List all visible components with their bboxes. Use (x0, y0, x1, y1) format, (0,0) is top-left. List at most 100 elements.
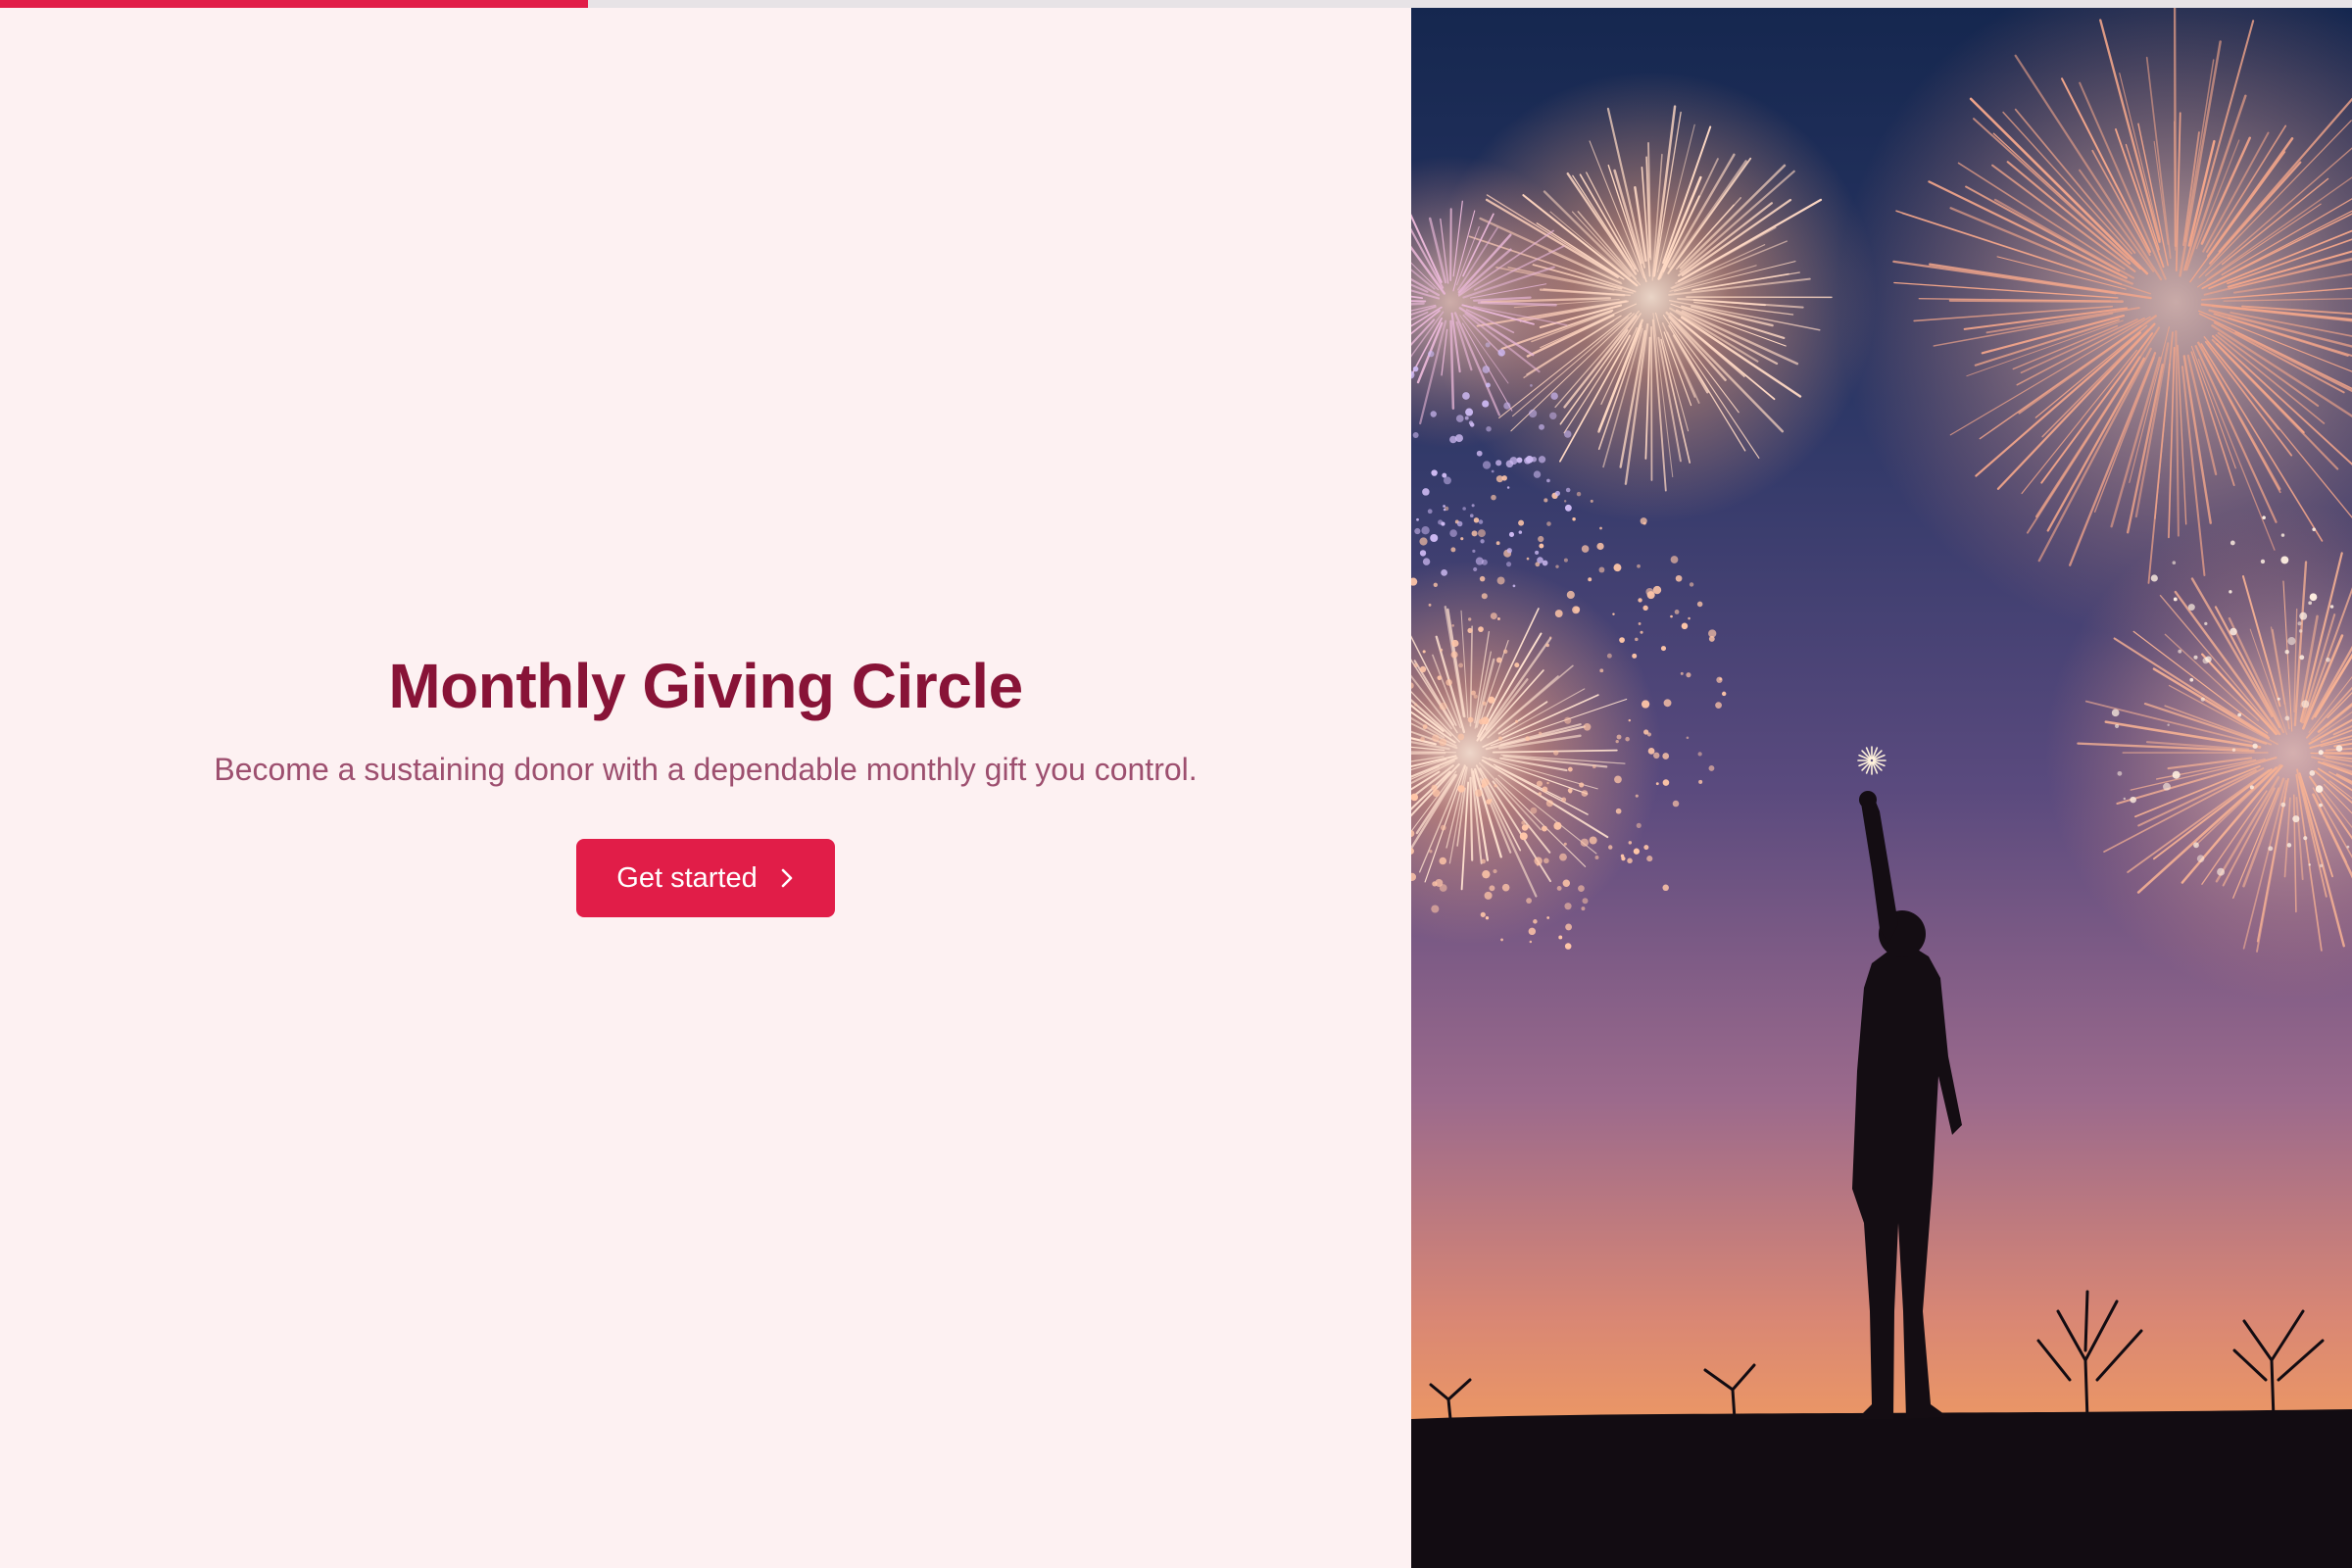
firework-spark (1437, 675, 1443, 681)
firework-spark (1675, 574, 1683, 582)
firework-spark (1686, 672, 1691, 678)
firework-spark (1572, 606, 1580, 614)
firework-spark (1558, 935, 1563, 940)
firework-spark (1467, 716, 1474, 723)
firework-spark (1619, 637, 1625, 643)
firework-spark (1501, 883, 1510, 892)
firework-spark (1506, 548, 1512, 554)
firework-spark (1536, 862, 1540, 866)
firework-spark (1526, 898, 1532, 904)
firework-spark (1535, 550, 1540, 555)
firework-spark (1491, 494, 1496, 501)
firework-spark (1421, 525, 1430, 535)
firework-spark (1516, 457, 1523, 464)
firework-spark (1556, 885, 1562, 891)
firework-spark (1533, 919, 1538, 924)
firework-spark (1432, 789, 1441, 798)
firework-spark (1414, 527, 1421, 535)
firework-spark (1488, 696, 1495, 704)
firework-streak (1948, 299, 2124, 303)
firework-spark (1422, 724, 1428, 730)
firework-spark (1670, 614, 1673, 618)
firework-spark (1548, 636, 1552, 639)
hero-image (1411, 8, 2352, 1568)
firework-spark (2172, 770, 2180, 779)
firework-spark (2299, 612, 2308, 620)
firework-spark (2123, 797, 2127, 801)
firework-spark (1563, 500, 1567, 503)
firework-spark (1440, 824, 1446, 831)
firework-spark (1581, 906, 1586, 911)
firework-spark (1549, 412, 1557, 420)
firework-spark (1550, 392, 1558, 400)
firework-spark (1583, 722, 1592, 731)
firework-spark (1431, 469, 1438, 476)
firework-spark (1576, 491, 1582, 497)
firework-spark (1708, 635, 1715, 642)
firework-spark (1440, 648, 1444, 652)
firework-spark (1638, 598, 1642, 603)
firework-spark (1420, 736, 1425, 742)
firework-spark (1506, 486, 1510, 489)
firework-spark (1533, 470, 1542, 478)
firework-spark (2229, 590, 2232, 594)
firework-spark (1635, 794, 1639, 798)
firework-spark (2298, 629, 2303, 633)
firework-spark (2193, 655, 2198, 660)
firework-spark (1616, 734, 1622, 740)
firework-spark (1419, 665, 1427, 673)
firework-spark (1635, 637, 1639, 642)
firework-spark (2130, 796, 2136, 804)
firework-spark (1490, 612, 1497, 620)
firework-spark (1672, 800, 1680, 808)
firework-spark (1496, 617, 1500, 620)
firework-spark (2287, 636, 2296, 646)
firework-spark (1539, 543, 1544, 549)
firework-spark (1482, 461, 1492, 469)
firework-spark (1599, 526, 1602, 530)
firework-spark (1582, 898, 1589, 905)
page-title: Monthly Giving Circle (388, 651, 1023, 721)
firework-spark (1688, 616, 1690, 620)
firework-spark (1476, 450, 1483, 457)
firework-spark (2178, 649, 2182, 654)
firework-spark (1439, 857, 1447, 865)
firework-spark (1462, 507, 1466, 511)
firework-spark (1645, 587, 1654, 596)
firework-spark (1530, 384, 1533, 387)
firework-spark (1430, 533, 1439, 543)
firework-spark (1422, 488, 1430, 496)
firework-spark (2286, 843, 2292, 848)
firework-spark (1554, 490, 1561, 497)
firework-spark (1416, 517, 1419, 521)
firework-spark (1614, 775, 1622, 784)
firework-spark (1541, 825, 1547, 832)
firework-spark (1546, 781, 1549, 785)
firework-spark (1596, 542, 1604, 551)
firework-spark (1412, 431, 1419, 438)
firework-spark (1526, 557, 1530, 561)
firework-spark (1428, 350, 1435, 358)
firework-spark (2319, 863, 2324, 868)
firework-spark (1662, 884, 1669, 892)
firework-spark (1563, 558, 1568, 563)
get-started-button[interactable]: Get started (576, 839, 835, 917)
firework-spark (1500, 938, 1503, 942)
firework-spark (1606, 653, 1612, 659)
firework-spark (2326, 657, 2330, 662)
firework-spark (1478, 718, 1485, 725)
firework-spark (1564, 903, 1572, 910)
firework-spark (1480, 539, 1485, 544)
firework-spark (1485, 342, 1491, 348)
firework-spark (1430, 411, 1437, 417)
firework-spark (1475, 557, 1484, 565)
firework-spark (1530, 807, 1538, 814)
firework-spark (1564, 716, 1572, 724)
firework-spark (1473, 694, 1478, 699)
firework-spark (1578, 885, 1585, 892)
firework-spark (1457, 785, 1465, 793)
firework-spark (1471, 504, 1475, 508)
firework-spark (1412, 366, 1419, 372)
firework-spark (2231, 748, 2236, 753)
chevron-right-icon (781, 868, 793, 888)
